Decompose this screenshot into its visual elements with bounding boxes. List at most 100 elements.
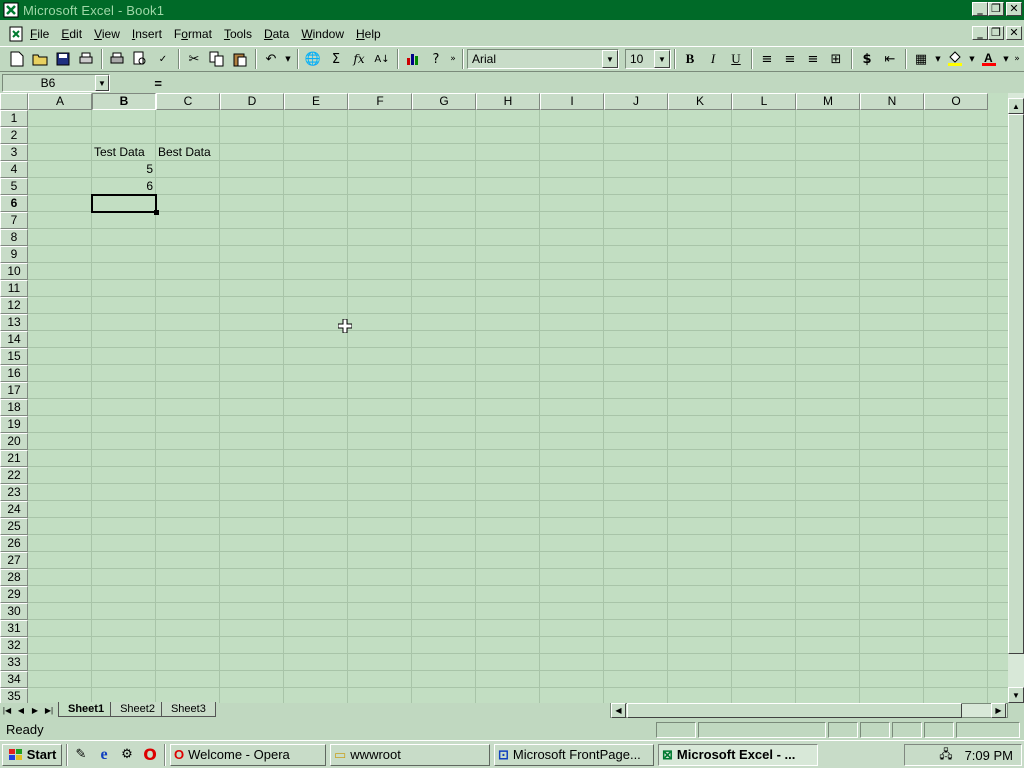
tab-sheet2[interactable]: Sheet2 xyxy=(110,702,165,717)
row-header-17[interactable]: 17 xyxy=(0,382,28,399)
menu-insert[interactable]: Insert xyxy=(132,27,162,41)
fill-dropdown-icon[interactable]: ▼ xyxy=(967,48,977,70)
cut-icon[interactable]: ✂ xyxy=(183,48,205,70)
row-header-10[interactable]: 10 xyxy=(0,263,28,280)
column-header-h[interactable]: H xyxy=(476,93,540,110)
align-center-icon[interactable]: ≡ xyxy=(779,48,801,70)
italic-button[interactable]: I xyxy=(702,48,724,70)
row-header-9[interactable]: 9 xyxy=(0,246,28,263)
menu-file[interactable]: File xyxy=(30,27,49,41)
row-header-5[interactable]: 5 xyxy=(0,178,28,195)
channels-quicklaunch-icon[interactable]: ⚙ xyxy=(117,745,137,765)
scroll-down-icon[interactable]: ▼ xyxy=(1008,687,1024,703)
column-header-o[interactable]: O xyxy=(924,93,988,110)
office-assistant-icon[interactable]: ? xyxy=(425,48,447,70)
cell-b3[interactable]: Test Data xyxy=(92,144,162,161)
scroll-up-icon[interactable]: ▲ xyxy=(1008,98,1024,114)
task-wwwroot[interactable]: ▭ wwwroot xyxy=(330,743,490,766)
row-header-30[interactable]: 30 xyxy=(0,603,28,620)
prev-sheet-icon[interactable]: ◀ xyxy=(14,704,28,718)
tab-sheet1[interactable]: Sheet1 xyxy=(58,702,115,717)
row-header-16[interactable]: 16 xyxy=(0,365,28,382)
bold-button[interactable]: B xyxy=(679,48,701,70)
column-header-g[interactable]: G xyxy=(412,93,476,110)
task-opera[interactable]: O Welcome - Opera xyxy=(170,743,326,766)
task-frontpage[interactable]: ⊡ Microsoft FrontPage... xyxy=(494,743,654,766)
hscroll-thumb[interactable] xyxy=(627,703,962,718)
doc-minimize-button[interactable]: _ xyxy=(972,26,988,40)
tray-network-icon[interactable]: 🖧 xyxy=(939,745,952,766)
open-icon[interactable] xyxy=(29,48,51,70)
chevron-down-icon[interactable]: ▼ xyxy=(654,50,670,68)
row-header-31[interactable]: 31 xyxy=(0,620,28,637)
spreadsheet-grid[interactable]: ABCDEFGHIJKLMNO 1 2 3 4 5 6 7 8 9 10 11 12 13 14 15 16 1… xyxy=(0,93,1008,703)
print-icon[interactable] xyxy=(106,48,128,70)
align-left-icon[interactable]: ≡ xyxy=(756,48,778,70)
more-buttons-icon[interactable]: » xyxy=(448,48,458,70)
font-name-combo[interactable]: Arial ▼ xyxy=(467,49,619,69)
row-header-7[interactable]: 7 xyxy=(0,212,28,229)
row-header-14[interactable]: 14 xyxy=(0,331,28,348)
row-header-11[interactable]: 11 xyxy=(0,280,28,297)
cell-b4[interactable]: 5 xyxy=(92,161,156,178)
title-bar[interactable]: Microsoft Excel - Book1 _ ❐ ✕ xyxy=(0,0,1024,20)
print-preview-icon[interactable] xyxy=(75,48,97,70)
ie-quicklaunch-icon[interactable]: e xyxy=(94,745,114,765)
merge-center-icon[interactable]: ⊞ xyxy=(825,48,847,70)
align-right-icon[interactable]: ≡ xyxy=(802,48,824,70)
scroll-left-icon[interactable]: ◀ xyxy=(611,703,626,718)
row-header-26[interactable]: 26 xyxy=(0,535,28,552)
last-sheet-icon[interactable]: ▶| xyxy=(42,704,56,718)
workbook-icon[interactable] xyxy=(8,26,24,42)
notepad-quicklaunch-icon[interactable]: ✎ xyxy=(71,745,91,765)
column-header-b[interactable]: B xyxy=(92,93,156,110)
row-header-4[interactable]: 4 xyxy=(0,161,28,178)
horizontal-scrollbar[interactable]: ◀ ▶ xyxy=(610,703,1008,718)
row-header-27[interactable]: 27 xyxy=(0,552,28,569)
row-header-25[interactable]: 25 xyxy=(0,518,28,535)
menu-format[interactable]: Format xyxy=(174,27,212,41)
borders-dropdown-icon[interactable]: ▼ xyxy=(933,48,943,70)
next-sheet-icon[interactable]: ▶ xyxy=(28,704,42,718)
more-buttons-icon[interactable]: » xyxy=(1012,48,1022,70)
close-button[interactable]: ✕ xyxy=(1006,2,1022,16)
row-header-28[interactable]: 28 xyxy=(0,569,28,586)
row-header-20[interactable]: 20 xyxy=(0,433,28,450)
active-cell[interactable] xyxy=(91,194,157,213)
spelling-icon[interactable]: ✓ xyxy=(152,48,174,70)
hyperlink-icon[interactable]: 🌐 xyxy=(302,48,324,70)
fill-handle[interactable] xyxy=(154,210,159,215)
row-header-12[interactable]: 12 xyxy=(0,297,28,314)
column-header-d[interactable]: D xyxy=(220,93,284,110)
task-excel[interactable]: ⊠ Microsoft Excel - ... xyxy=(658,743,818,766)
cell-b5[interactable]: 6 xyxy=(92,178,156,195)
menu-edit[interactable]: Edit xyxy=(61,27,82,41)
column-header-a[interactable]: A xyxy=(28,93,92,110)
row-header-23[interactable]: 23 xyxy=(0,484,28,501)
row-header-15[interactable]: 15 xyxy=(0,348,28,365)
row-header-21[interactable]: 21 xyxy=(0,450,28,467)
paste-icon[interactable] xyxy=(229,48,251,70)
edit-formula-button[interactable]: = xyxy=(110,76,166,91)
borders-icon[interactable]: ▦ xyxy=(910,48,932,70)
row-header-6[interactable]: 6 xyxy=(0,195,28,212)
font-color-icon[interactable]: A xyxy=(978,48,1000,70)
column-header-f[interactable]: F xyxy=(348,93,412,110)
row-header-32[interactable]: 32 xyxy=(0,637,28,654)
currency-button[interactable]: $ xyxy=(856,48,878,70)
row-header-8[interactable]: 8 xyxy=(0,229,28,246)
fill-color-icon[interactable] xyxy=(944,48,966,70)
vertical-scrollbar[interactable]: ▲ ▼ xyxy=(1008,93,1024,703)
start-button[interactable]: Start xyxy=(2,743,62,766)
clock[interactable]: 7:09 PM xyxy=(965,748,1013,763)
sort-ascending-icon[interactable]: A↓ xyxy=(371,48,393,70)
row-header-13[interactable]: 13 xyxy=(0,314,28,331)
new-icon[interactable] xyxy=(6,48,28,70)
scroll-right-icon[interactable]: ▶ xyxy=(991,703,1006,718)
select-all-button[interactable] xyxy=(0,93,28,110)
undo-icon[interactable]: ↶ xyxy=(260,48,282,70)
chart-wizard-icon[interactable] xyxy=(402,48,424,70)
menu-data[interactable]: Data xyxy=(264,27,289,41)
font-size-combo[interactable]: 10 ▼ xyxy=(625,49,671,69)
chevron-down-icon[interactable]: ▼ xyxy=(602,50,618,68)
